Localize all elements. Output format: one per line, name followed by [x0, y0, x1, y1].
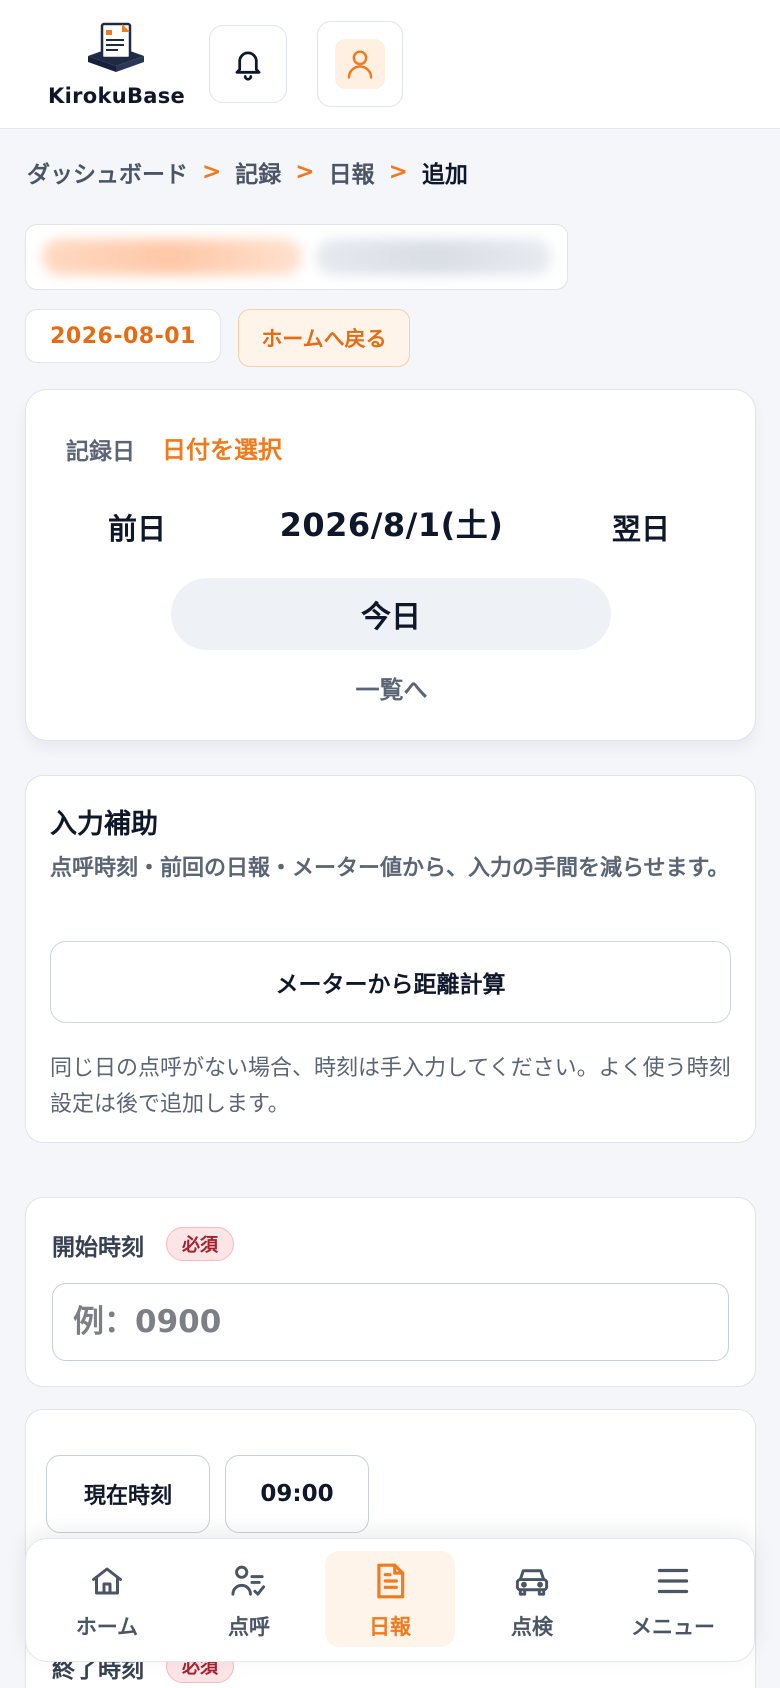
breadcrumb: ダッシュボード > 記録 > 日報 > 追加: [27, 155, 468, 189]
nav-daily-report[interactable]: 日報: [325, 1551, 455, 1647]
home-icon: [92, 1567, 122, 1595]
date-select-link[interactable]: 日付を選択: [162, 430, 282, 465]
redacted-info-box: [25, 224, 568, 290]
nav-inspection[interactable]: 点検: [467, 1551, 597, 1647]
today-button[interactable]: 今日: [171, 578, 611, 650]
app-logo[interactable]: KirokuBase: [46, 20, 186, 112]
nav-menu[interactable]: メニュー: [608, 1551, 738, 1647]
assist-note: 同じ日の点呼がない場合、時刻は手入力してください。よく使う時刻設定は後で追加しま…: [50, 1056, 731, 1117]
breadcrumb-separator: >: [295, 159, 315, 185]
app-header: KirokuBase: [0, 0, 780, 129]
logo-text: KirokuBase: [48, 84, 186, 108]
page: KirokuBase ダッシュボード > 記録 > 日報 > 追加 2026-0…: [0, 0, 780, 1688]
list-link[interactable]: 一覧へ: [26, 670, 757, 705]
breadcrumb-records[interactable]: 記録: [235, 155, 281, 189]
redacted-text-secondary: [316, 239, 552, 275]
start-time-label: 開始時刻: [52, 1235, 144, 1261]
bell-icon: [235, 51, 261, 81]
nav-roll-call[interactable]: 点呼: [184, 1551, 314, 1647]
breadcrumb-separator: >: [388, 159, 408, 185]
nav-menu-label: メニュー: [631, 1615, 715, 1639]
breadcrumb-current: 追加: [421, 162, 468, 188]
breadcrumb-separator: >: [202, 159, 222, 185]
record-date-label: 記録日: [66, 439, 135, 465]
avatar: [335, 39, 385, 89]
car-icon: [515, 1569, 549, 1596]
current-time-button[interactable]: 現在時刻: [46, 1455, 210, 1533]
preset-time-button[interactable]: 09:00: [225, 1455, 369, 1533]
menu-icon: [657, 1568, 689, 1594]
meter-distance-button[interactable]: メーターから距離計算: [50, 941, 731, 1023]
nav-roll-call-label: 点呼: [228, 1615, 270, 1639]
breadcrumb-dashboard[interactable]: ダッシュボード: [27, 155, 188, 189]
nav-inspection-label: 点検: [511, 1615, 553, 1639]
date-chip: 2026-08-01: [25, 309, 221, 363]
nav-daily-report-label: 日報: [369, 1615, 411, 1639]
nav-home-label: ホーム: [75, 1615, 139, 1639]
document-icon: [377, 1563, 405, 1599]
assist-description: 点呼時刻・前回の日報・メーター値から、入力の手間を減らせます。: [50, 856, 730, 881]
home-back-button[interactable]: ホームへ戻る: [238, 309, 410, 367]
account-button[interactable]: [317, 21, 403, 107]
bottom-navigation: ホーム 点呼 日報 点検 メニュー: [25, 1538, 755, 1662]
start-time-input[interactable]: [52, 1283, 729, 1361]
user-check-icon: [231, 1565, 266, 1596]
date-navigation-card: 記録日 日付を選択 2026/8/1(土) 前日 翌日 今日 一覧へ: [25, 389, 756, 741]
assist-title: 入力補助: [50, 809, 158, 840]
next-day-button[interactable]: 翌日: [612, 506, 670, 548]
user-icon: [347, 50, 373, 79]
breadcrumb-daily-report[interactable]: 日報: [329, 155, 375, 189]
input-assist-card: 入力補助 点呼時刻・前回の日報・メーター値から、入力の手間を減らせます。 メータ…: [25, 775, 756, 1143]
redacted-text-primary: [42, 239, 302, 275]
nav-home[interactable]: ホーム: [42, 1551, 172, 1647]
notifications-button[interactable]: [209, 25, 287, 103]
prev-day-button[interactable]: 前日: [108, 506, 166, 548]
start-time-card: 開始時刻 必須: [25, 1197, 756, 1387]
logo-icon: [88, 22, 144, 72]
required-badge: 必須: [166, 1227, 234, 1261]
